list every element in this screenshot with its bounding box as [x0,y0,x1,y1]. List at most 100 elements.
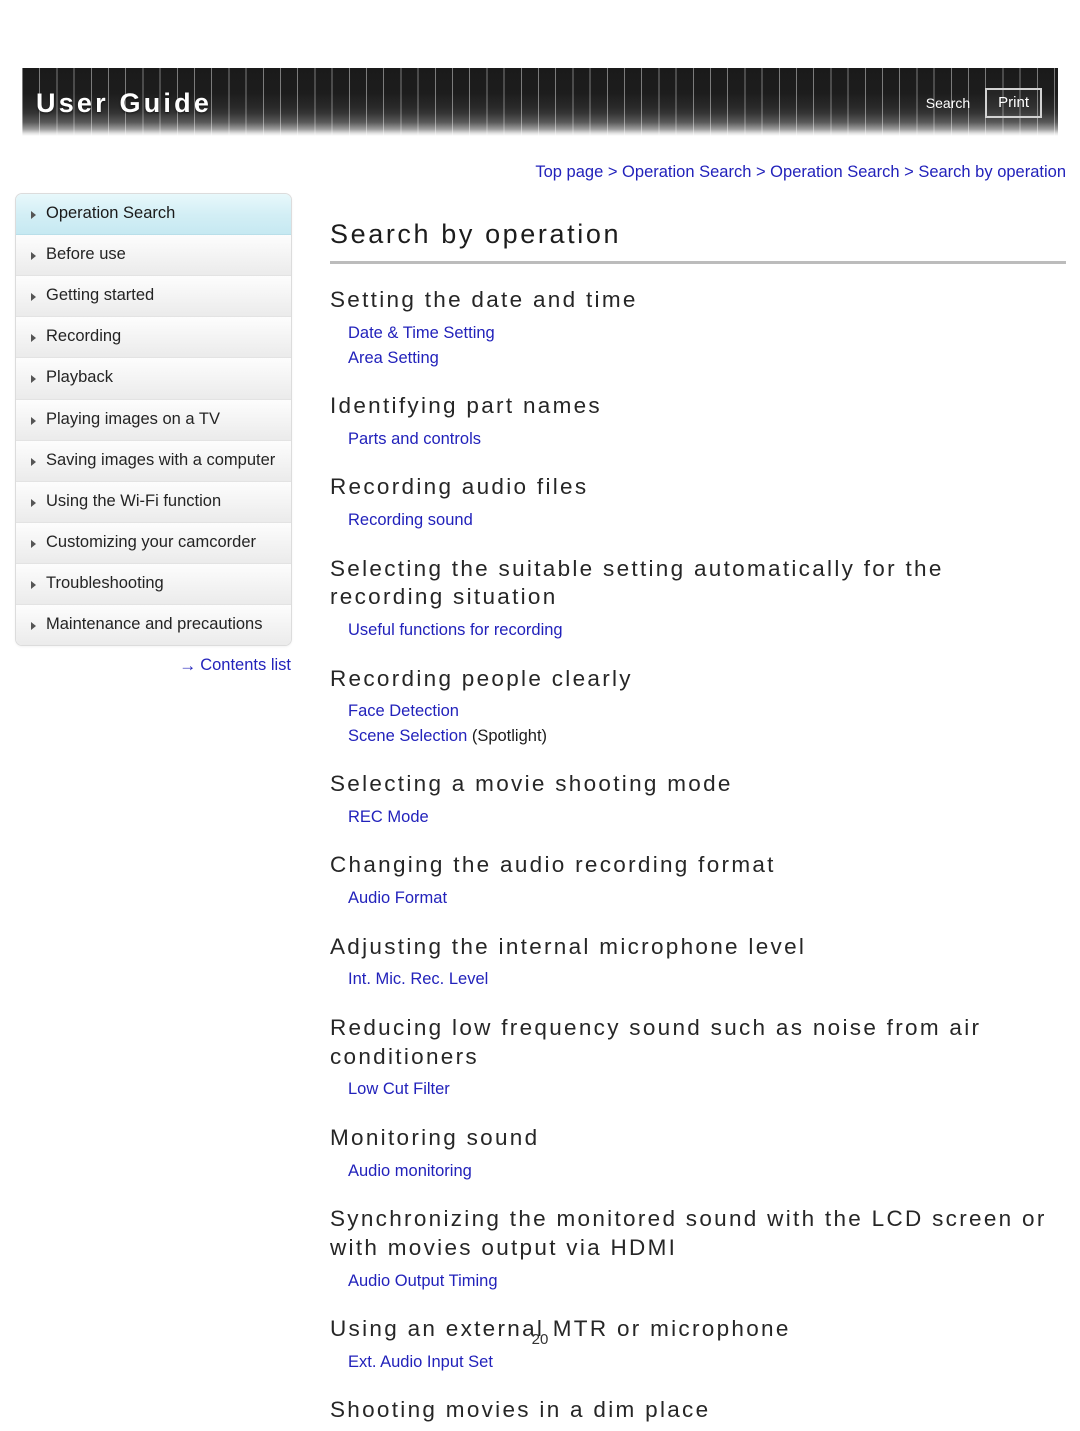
section-link-group: Face Detection Scene Selection (Spotlight… [348,699,1066,748]
section-heading: Setting the date and time [330,287,638,313]
section-link-label[interactable]: Audio monitoring [348,1162,472,1180]
section-link-group: Date & Time Setting Area Setting [348,321,1066,370]
section-heading: Adjusting the internal microphone level [330,933,807,959]
arrow-right-icon: → [179,656,197,676]
sidebar-item[interactable]: Maintenance and precautions [16,605,291,646]
section-link[interactable]: Audio Output Timing [348,1269,1066,1293]
sidebar-item-label: Getting started [46,286,155,305]
section-link-group: Ext. Audio Input Set [348,1350,1066,1374]
section-link[interactable]: Date & Time Setting [348,321,1066,345]
section-link[interactable]: Useful functions for recording [348,618,1066,642]
section-heading: Reducing low frequency sound such as noi… [330,1014,982,1069]
section-heading: Changing the audio recording format [330,852,776,878]
section-link-label[interactable]: Parts and controls [348,430,481,448]
section-link-label[interactable]: Area Setting [348,349,439,367]
content-section: Identifying part names Parts and controls [330,392,1066,451]
section-link-group: Int. Mic. Rec. Level [348,967,1066,991]
section-heading: Synchronizing the monitored sound with t… [330,1205,1047,1260]
content-section: Monitoring sound Audio monitoring [330,1124,1066,1183]
sidebar-item-label: Customizing your camcorder [46,532,256,551]
sidebar-item[interactable]: Using the Wi-Fi function [16,481,291,523]
section-link[interactable]: REC Mode [348,805,1066,829]
contents-list-label: Contents list [200,656,291,675]
sidebar-item-label: Before use [46,245,126,264]
section-link[interactable]: Int. Mic. Rec. Level [348,967,1066,991]
section-link-label[interactable]: REC Mode [348,808,429,826]
section-link-label[interactable]: Low Cut Filter [348,1080,450,1098]
page-title: Search by operation [330,219,1066,265]
sidebar-item-label: Operation Search [46,204,176,222]
section-heading: Monitoring sound [330,1124,540,1150]
section-link-label[interactable]: Scene Selection [348,727,467,745]
section-link-suffix: (Spotlight) [467,726,548,745]
breadcrumb[interactable]: Top page > Operation Search > Operation … [330,162,1066,183]
sidebar-item[interactable]: Before use [16,235,291,277]
content-section: Selecting the suitable setting automatic… [330,555,1066,643]
site-logo-title: User Guide [36,88,213,118]
contents-list-link[interactable]: → Contents list [15,656,292,676]
section-link-group: Useful functions for recording [348,618,1066,642]
section-link-group: Audio Format [348,886,1066,910]
section-link-label[interactable]: Audio Format [348,889,447,907]
content-section: Adjusting the internal microphone level I… [330,933,1066,992]
section-link[interactable]: Scene Selection (Spotlight) [348,724,1066,748]
main-content: Top page > Operation Search > Operation … [330,162,1066,1431]
sidebar-item[interactable]: Troubleshooting [16,563,291,606]
header-actions: Search Print [924,88,1042,118]
sidebar-item-label: Playing images on a TV [46,409,220,428]
section-list: Setting the date and time Date & Time Set… [330,286,1066,1424]
section-heading: Selecting a movie shooting mode [330,771,733,797]
section-link[interactable]: Recording sound [348,508,1066,532]
section-link[interactable]: Face Detection [348,699,1066,723]
content-section: Reducing low frequency sound such as noi… [330,1014,1066,1102]
section-link-label[interactable]: Int. Mic. Rec. Level [348,970,488,988]
sidebar-item[interactable]: Recording [16,317,291,359]
sidebar-item-label: Using the Wi-Fi function [46,491,222,510]
content-section: Selecting a movie shooting mode REC Mode [330,770,1066,829]
section-link[interactable]: Area Setting [348,346,1066,370]
section-heading: Shooting movies in a dim place [330,1397,711,1423]
section-link-label[interactable]: Useful functions for recording [348,621,563,639]
section-link-label[interactable]: Date & Time Setting [348,324,495,342]
page-number: 20 [531,1331,549,1348]
content-section: Setting the date and time Date & Time Set… [330,286,1066,370]
section-link-group: Parts and controls [348,427,1066,451]
section-link-group: Audio Output Timing [348,1269,1066,1293]
section-link-group: Audio monitoring [348,1159,1066,1183]
search-button[interactable]: Search [924,91,972,115]
site-header: User Guide Search Print [22,68,1058,136]
section-heading: Recording audio files [330,474,589,500]
section-heading: Selecting the suitable setting automatic… [330,555,944,610]
sidebar-item-label: Maintenance and precautions [46,615,263,634]
sidebar-item-label: Playback [46,368,113,387]
content-section: Shooting movies in a dim place [330,1396,1066,1425]
sidebar-item[interactable]: Playing images on a TV [16,399,291,441]
section-link[interactable]: Parts and controls [348,427,1066,451]
sidebar-item[interactable]: Customizing your camcorder [16,522,291,564]
content-section: Changing the audio recording format Audio… [330,851,1066,910]
section-link-group: REC Mode [348,805,1066,829]
section-link-group: Low Cut Filter [348,1077,1066,1101]
section-heading: Recording people clearly [330,665,633,691]
sidebar-item-label: Troubleshooting [46,573,164,592]
sidebar-item[interactable]: Getting started [16,276,291,318]
content-section: Recording audio files Recording sound [330,473,1066,532]
sidebar-item[interactable]: Saving images with a computer [16,440,291,482]
sidebar: Operation Search Before use Getting starte… [15,193,292,676]
content-section: Synchronizing the monitored sound with t… [330,1205,1066,1293]
section-link[interactable]: Ext. Audio Input Set [348,1350,1066,1374]
sidebar-item[interactable]: Operation Search [16,194,291,236]
section-link-label[interactable]: Face Detection [348,702,459,720]
section-link[interactable]: Audio Format [348,886,1066,910]
section-link[interactable]: Audio monitoring [348,1159,1066,1183]
section-link-label[interactable]: Ext. Audio Input Set [348,1353,493,1371]
sidebar-nav-list: Operation Search Before use Getting starte… [15,193,292,647]
section-link-group: Recording sound [348,508,1066,532]
sidebar-item[interactable]: Playback [16,358,291,400]
sidebar-item-label: Recording [46,327,122,346]
sidebar-item-label: Saving images with a computer [46,450,276,469]
section-link[interactable]: Low Cut Filter [348,1077,1066,1101]
section-link-label[interactable]: Audio Output Timing [348,1272,498,1290]
section-link-label[interactable]: Recording sound [348,511,473,529]
print-button[interactable]: Print [985,88,1042,118]
